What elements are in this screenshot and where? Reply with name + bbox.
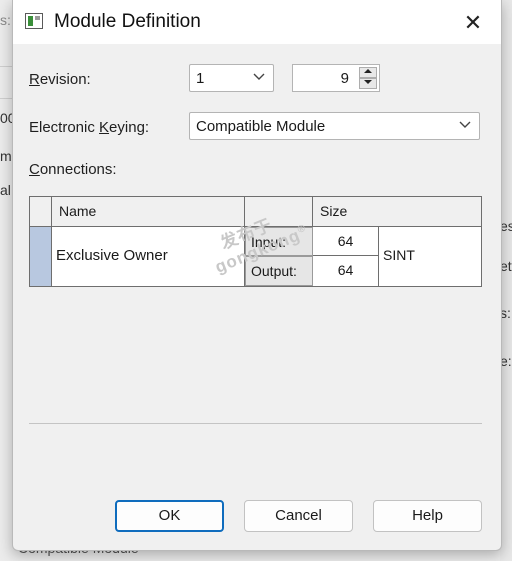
caret-up-icon: [364, 69, 372, 73]
dialog-title: Module Definition: [54, 11, 201, 32]
input-size-cell[interactable]: 64: [313, 227, 379, 256]
cancel-button[interactable]: Cancel: [244, 500, 353, 532]
electronic-keying-value: Compatible Module: [196, 118, 326, 135]
chevron-down-icon: [253, 73, 265, 80]
revision-major-select[interactable]: 1: [189, 64, 274, 92]
bg-text: s:: [0, 12, 11, 28]
column-header-name[interactable]: Name: [52, 197, 245, 227]
grid-header-corner: [30, 197, 52, 227]
connection-name: Exclusive Owner: [56, 247, 168, 264]
close-icon: ✕: [463, 10, 483, 35]
electronic-keying-select[interactable]: Compatible Module: [189, 112, 480, 140]
column-header-size[interactable]: Size: [313, 197, 481, 227]
module-icon: [25, 13, 43, 29]
caret-down-icon: [364, 80, 372, 84]
help-button[interactable]: Help: [373, 500, 482, 532]
connections-label: Connections:: [29, 161, 117, 178]
module-definition-dialog: Module Definition ✕ Revision: 1 9 Electr…: [12, 0, 502, 551]
spin-up-button[interactable]: [359, 67, 377, 78]
revision-label: Revision:: [29, 71, 91, 88]
chevron-down-icon: [459, 121, 471, 128]
spin-down-button[interactable]: [359, 78, 377, 89]
data-type-cell[interactable]: SINT: [379, 227, 481, 286]
ok-button[interactable]: OK: [115, 500, 224, 532]
output-size-cell[interactable]: 64: [313, 256, 379, 286]
title-bar[interactable]: Module Definition ✕: [13, 0, 501, 44]
revision-major-value: 1: [196, 70, 205, 87]
row-selector[interactable]: [30, 227, 52, 286]
close-button[interactable]: ✕: [453, 6, 493, 38]
electronic-keying-label: Electronic Keying:: [29, 119, 150, 136]
bg-text: m: [0, 148, 12, 164]
revision-minor-value: 9: [340, 70, 349, 87]
separator: [29, 423, 482, 424]
revision-minor-spinner[interactable]: 9: [292, 64, 380, 92]
